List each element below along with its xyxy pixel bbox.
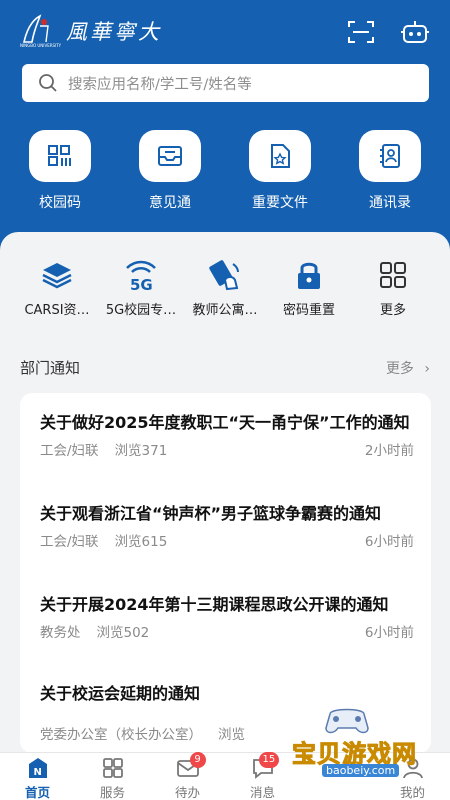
notice-item[interactable]: 关于观看浙江省“钟声杯”男子篮球争霸赛的通知 工会/妇联 浏览615 6小时前: [40, 500, 414, 550]
notice-time: 6小时前: [364, 625, 414, 641]
star-file-icon: [271, 144, 290, 168]
service-label: 5G校园专…: [105, 303, 177, 318]
qr-grid-icon: [48, 145, 71, 166]
service-label: CARSI资…: [24, 303, 90, 318]
site-watermark: 宝贝游戏网 baobeiy.com: [282, 704, 442, 777]
service-5g-campus[interactable]: 5G 5G校园专…: [96, 258, 186, 318]
contact-book-icon: [380, 144, 400, 168]
section-title: 部门通知: [20, 359, 81, 377]
notice-title: 关于做好2025年度教职工“天一甬宁保”工作的通知: [40, 413, 410, 432]
notice-title: 关于观看浙江省“钟声杯”男子篮球争霸赛的通知: [40, 504, 382, 523]
service-label: 更多: [379, 303, 406, 318]
notice-source: 工会/妇联: [40, 534, 99, 550]
service-label: 教师公寓…: [192, 303, 258, 318]
search-input[interactable]: 搜索应用名称/学工号/姓名等: [22, 64, 429, 102]
tab-label: 待办: [174, 785, 200, 800]
notice-list: 关于做好2025年度教职工“天一甬宁保”工作的通知 工会/妇联 浏览371 2小…: [20, 393, 431, 753]
search-placeholder: 搜索应用名称/学工号/姓名等: [68, 76, 252, 93]
layers-icon: [42, 263, 72, 289]
lock-icon: [298, 262, 320, 289]
quick-action-label: 意见通: [149, 195, 191, 211]
quick-action-label: 校园码: [39, 195, 81, 211]
svg-text:5G: 5G: [130, 276, 153, 292]
watermark-url: baobeiy.com: [322, 764, 400, 777]
chevron-right-icon: ›: [424, 361, 430, 377]
notice-source: 党委办公室（校长办公室）: [40, 727, 202, 743]
quick-action-label: 通讯录: [369, 195, 411, 211]
svg-text:N: N: [33, 767, 41, 778]
tab-label: 服务: [99, 785, 125, 800]
notice-views: 浏览502: [96, 625, 150, 641]
tab-services[interactable]: 服务: [75, 756, 150, 800]
quick-action-feedback[interactable]: 意见通: [115, 130, 225, 212]
notice-source: 工会/妇联: [40, 443, 99, 459]
notice-time: 6小时前: [364, 534, 414, 550]
notice-title: 关于校运会延期的通知: [40, 684, 201, 703]
5g-icon: 5G: [126, 260, 156, 292]
quick-action-important-files[interactable]: 重要文件: [225, 130, 335, 212]
card-tap-icon: [209, 260, 239, 291]
tab-todo[interactable]: 9 待办: [150, 752, 225, 800]
service-label: 密码重置: [282, 303, 335, 318]
university-emblem-icon: NINGBO UNIVERSITY: [20, 14, 62, 48]
service-carsi[interactable]: CARSI资…: [12, 258, 102, 318]
more-label: 更多: [385, 361, 414, 377]
quick-action-campus-code[interactable]: 校园码: [5, 130, 115, 212]
todo-badge: 9: [189, 752, 206, 768]
notice-title: 关于开展2024年第十三期课程思政公开课的通知: [40, 595, 389, 614]
tab-label: 我的: [399, 785, 425, 800]
service-teacher-apartment[interactable]: 教师公寓…: [180, 258, 270, 318]
app-header: NINGBO UNIVERSITY 風華寧大 搜索应用名称/学工号/姓名等 校园…: [0, 0, 450, 255]
scan-icon[interactable]: [347, 20, 375, 44]
tab-home[interactable]: N 首页: [0, 756, 75, 800]
svg-text:NINGBO UNIVERSITY: NINGBO UNIVERSITY: [20, 43, 62, 48]
university-logo: NINGBO UNIVERSITY 風華寧大: [18, 14, 162, 48]
grid-icon: [102, 758, 123, 778]
notice-source: 教务处: [40, 625, 81, 641]
search-icon: [39, 74, 57, 92]
notice-views: 浏览371: [114, 443, 168, 459]
apps-grid-icon: [380, 262, 406, 288]
university-name: 風華寧大: [66, 20, 162, 44]
robot-assistant-icon[interactable]: [401, 20, 429, 44]
notice-views: 浏览615: [114, 534, 168, 550]
tab-label: 首页: [24, 785, 50, 800]
notice-item[interactable]: 关于开展2024年第十三期课程思政公开课的通知 教务处 浏览502 6小时前: [40, 591, 414, 641]
quick-action-label: 重要文件: [252, 195, 308, 211]
quick-action-contacts[interactable]: 通讯录: [335, 130, 445, 212]
notice-item[interactable]: 关于做好2025年度教职工“天一甬宁保”工作的通知 工会/妇联 浏览371 2小…: [40, 409, 414, 459]
notice-views: 浏览: [218, 727, 245, 743]
message-badge: 15: [258, 752, 280, 768]
service-more[interactable]: 更多: [348, 258, 438, 318]
service-password-reset[interactable]: 密码重置: [264, 258, 354, 318]
more-notices-link[interactable]: 更多 ›: [386, 358, 430, 378]
tab-label: 消息: [249, 785, 275, 800]
home-n-icon: N: [28, 758, 47, 778]
inbox-icon: [158, 146, 182, 166]
gamepad-icon: [325, 708, 369, 734]
notice-time: 2小时前: [364, 443, 414, 459]
